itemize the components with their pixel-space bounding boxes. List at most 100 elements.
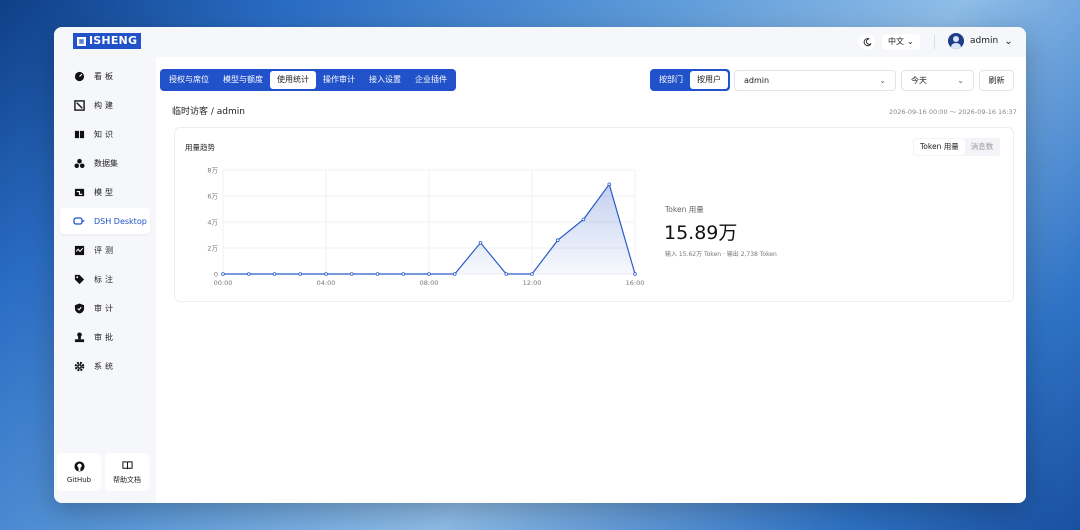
- sidebar-item-label: 知识: [94, 129, 116, 139]
- sidebar-item-label: 系统: [94, 361, 116, 371]
- data-point: [349, 272, 354, 276]
- evaluation-icon: [73, 244, 85, 256]
- data-point: [401, 272, 406, 276]
- y-tick-label: 4万: [207, 219, 218, 227]
- docs-button[interactable]: 帮助文档: [105, 453, 149, 491]
- period-select-value: 今天: [911, 76, 927, 85]
- data-point: [581, 217, 586, 222]
- chevron-down-icon: ⌄: [957, 76, 964, 85]
- tab-usage-stats[interactable]: 使用统计: [270, 71, 316, 89]
- docs-label: 帮助文档: [113, 475, 141, 484]
- data-point: [633, 272, 637, 276]
- book-icon: [73, 128, 85, 140]
- logo-mark-icon: ▦: [77, 36, 86, 46]
- data-point: [272, 272, 277, 276]
- shield-icon: [73, 302, 85, 314]
- stat-label: Token 用量: [665, 205, 704, 214]
- chevron-down-icon: ⌄: [879, 76, 886, 85]
- dashboard-icon: [73, 70, 85, 82]
- data-point: [607, 182, 612, 187]
- group-by-department[interactable]: 按部门: [652, 71, 690, 89]
- sidebar-item-label: 看板: [94, 71, 116, 81]
- chevron-down-icon: ⌄: [907, 37, 914, 46]
- model-icon: [73, 186, 85, 198]
- data-point: [375, 272, 380, 276]
- x-tick-label: 16:00: [626, 279, 645, 287]
- metric-toggle: Token 用量 消息数: [913, 138, 1001, 156]
- metric-token-option[interactable]: Token 用量: [914, 139, 965, 155]
- sidebar-item-label: 数据集: [94, 158, 118, 168]
- usage-trend-chart: 0 2万 4万 6万 8万 00:00 04:00 08:00 12:00 16:00: [207, 167, 645, 288]
- avatar: [948, 33, 964, 49]
- desktop-icon: [73, 215, 85, 227]
- group-by-toggle: 按部门 按用户: [650, 69, 730, 91]
- sidebar-item-build[interactable]: 构建: [60, 92, 150, 118]
- y-tick-label: 6万: [207, 193, 218, 201]
- sidebar-item-dashboard[interactable]: 看板: [60, 63, 150, 89]
- data-point: [504, 272, 509, 276]
- book-open-icon: [121, 460, 133, 469]
- stat-value: 15.89万: [664, 222, 738, 244]
- header-divider: [934, 35, 935, 49]
- sidebar-item-evaluation[interactable]: 评测: [60, 237, 150, 263]
- sidebar-item-knowledge[interactable]: 知识: [60, 121, 150, 147]
- language-label: 中文: [888, 37, 904, 46]
- tab-enterprise-plugins[interactable]: 企业插件: [408, 71, 454, 89]
- data-point: [298, 272, 303, 276]
- app-window: ▦ ISHENG 中文 ⌄ admin ⌄ 看板 构建 知识 数据集 模型 DS…: [54, 27, 1026, 503]
- gear-icon: [73, 360, 85, 372]
- data-point: [478, 241, 483, 245]
- sidebar-item-dsh-desktop[interactable]: DSH Desktop: [60, 208, 150, 234]
- breadcrumb: 临时访客 / admin: [172, 107, 245, 117]
- data-point: [221, 272, 225, 276]
- chevron-down-icon: ⌄: [1004, 35, 1013, 47]
- sidebar-item-model[interactable]: 模型: [60, 179, 150, 205]
- tab-license[interactable]: 授权与席位: [162, 71, 216, 89]
- user-select[interactable]: admin ⌄: [734, 70, 896, 91]
- sidebar-item-annotation[interactable]: 标注: [60, 266, 150, 292]
- tab-operation-audit[interactable]: 操作审计: [316, 71, 362, 89]
- x-tick-label: 08:00: [420, 279, 439, 287]
- usage-trend-card: 用量趋势 Token 用量 消息数 0 2万 4万 6万 8万 00:00 04:00 08:…: [174, 127, 1014, 302]
- logo[interactable]: ▦ ISHENG: [73, 33, 142, 49]
- group-by-user[interactable]: 按用户: [690, 71, 728, 89]
- sidebar-item-label: 评测: [94, 245, 116, 255]
- refresh-button[interactable]: 刷新: [979, 70, 1014, 91]
- stat-breakdown: 输入 15.62万 Token · 输出 2,738 Token: [665, 251, 777, 258]
- x-tick-label: 04:00: [317, 279, 336, 287]
- user-menu[interactable]: admin ⌄: [948, 33, 1013, 49]
- period-select[interactable]: 今天 ⌄: [901, 70, 974, 91]
- sidebar-item-label: 模型: [94, 187, 116, 197]
- y-tick-label: 0: [214, 271, 218, 279]
- username: admin: [970, 36, 999, 46]
- sidebar-item-approval[interactable]: 审批: [60, 324, 150, 350]
- tab-bar: 授权与席位 模型与额度 使用统计 操作审计 接入设置 企业插件: [160, 69, 456, 91]
- theme-toggle-button[interactable]: [859, 34, 875, 50]
- github-button[interactable]: GitHub: [57, 453, 101, 491]
- x-tick-label: 12:00: [523, 279, 542, 287]
- y-tick-label: 2万: [207, 245, 218, 253]
- sidebar-item-label: 审计: [94, 303, 116, 313]
- tab-access-settings[interactable]: 接入设置: [362, 71, 408, 89]
- language-select[interactable]: 中文 ⌄: [882, 34, 920, 50]
- sidebar-item-label: 标注: [94, 274, 116, 284]
- main-content: 授权与席位 模型与额度 使用统计 操作审计 接入设置 企业插件 按部门 按用户 …: [156, 57, 1026, 503]
- data-point: [427, 272, 431, 276]
- y-tick-label: 8万: [207, 167, 218, 175]
- data-point: [452, 272, 457, 276]
- data-point: [246, 272, 251, 276]
- card-title: 用量趋势: [185, 143, 215, 152]
- dataset-icon: [73, 157, 85, 169]
- tab-model-quota[interactable]: 模型与额度: [216, 71, 270, 89]
- sidebar: 看板 构建 知识 数据集 模型 DSH Desktop 评测 标注 审计 审批 …: [54, 57, 156, 503]
- sidebar-item-system[interactable]: 系统: [60, 353, 150, 379]
- top-bar: ▦ ISHENG 中文 ⌄ admin ⌄: [54, 27, 1026, 57]
- logo-text: ISHENG: [89, 34, 138, 47]
- sidebar-item-dataset[interactable]: 数据集: [60, 150, 150, 176]
- user-select-value: admin: [744, 76, 770, 85]
- github-icon: [73, 460, 85, 472]
- sidebar-item-audit[interactable]: 审计: [60, 295, 150, 321]
- metric-messages-option[interactable]: 消息数: [965, 139, 1000, 155]
- x-tick-label: 00:00: [214, 279, 233, 287]
- data-point: [530, 272, 534, 276]
